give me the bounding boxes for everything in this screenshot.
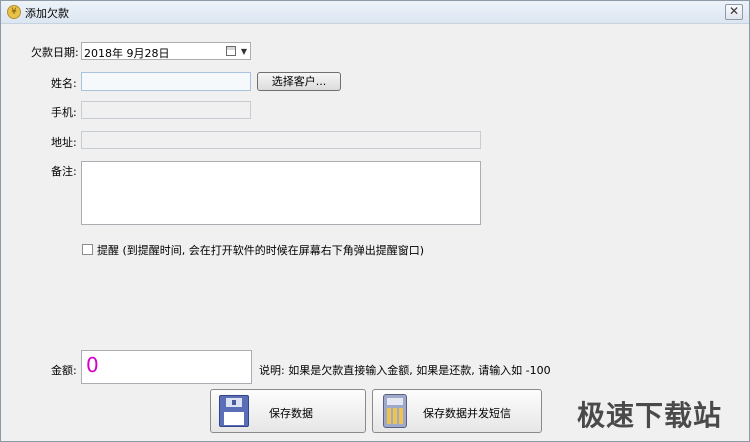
address-label: 地址: bbox=[51, 136, 77, 149]
phone-input[interactable] bbox=[81, 101, 251, 119]
close-button[interactable]: ✕ bbox=[725, 4, 743, 20]
phone-label: 手机: bbox=[51, 106, 77, 119]
amount-value: 0 bbox=[86, 353, 99, 377]
reminder-label[interactable]: 提醒 (到提醒时间, 会在打开软件的时候在屏幕右下角弹出提醒窗口) bbox=[97, 242, 424, 258]
debt-date-label: 欠款日期: bbox=[31, 46, 79, 59]
app-icon: ¥ bbox=[7, 5, 21, 19]
dialog-window: ¥ 添加欠款 ✕ 欠款日期: 2018年 9月28日 ▼ 姓名: 选择客户...… bbox=[0, 0, 750, 442]
address-input[interactable] bbox=[81, 131, 481, 149]
calendar-icon[interactable] bbox=[226, 46, 236, 56]
amount-input[interactable]: 0 bbox=[81, 350, 252, 384]
select-customer-button[interactable]: 选择客户... bbox=[257, 72, 341, 91]
calculator-icon bbox=[383, 394, 407, 428]
reminder-checkbox[interactable] bbox=[82, 244, 93, 255]
remark-label: 备注: bbox=[51, 165, 77, 178]
debt-date-picker[interactable]: 2018年 9月28日 ▼ bbox=[81, 42, 251, 60]
chevron-down-icon[interactable]: ▼ bbox=[241, 47, 247, 56]
save-button-label: 保存数据 bbox=[269, 407, 313, 420]
watermark-logo: 极速下载站 bbox=[577, 399, 723, 432]
save-button[interactable]: 保存数据 bbox=[210, 389, 366, 433]
floppy-disk-icon bbox=[219, 395, 249, 427]
debt-date-value: 2018年 9月28日 bbox=[84, 47, 170, 60]
amount-label: 金额: bbox=[51, 364, 77, 377]
save-and-sms-button-label: 保存数据并发短信 bbox=[423, 407, 511, 420]
save-and-sms-button[interactable]: 保存数据并发短信 bbox=[372, 389, 542, 433]
name-label: 姓名: bbox=[51, 77, 77, 90]
remark-textarea[interactable] bbox=[81, 161, 481, 225]
window-title: 添加欠款 bbox=[25, 7, 69, 20]
title-bar: ¥ 添加欠款 ✕ bbox=[1, 1, 749, 24]
name-input[interactable] bbox=[81, 72, 251, 91]
amount-instructions: 说明: 如果是欠款直接输入金额, 如果是还款, 请输入如 -100 bbox=[259, 364, 551, 377]
